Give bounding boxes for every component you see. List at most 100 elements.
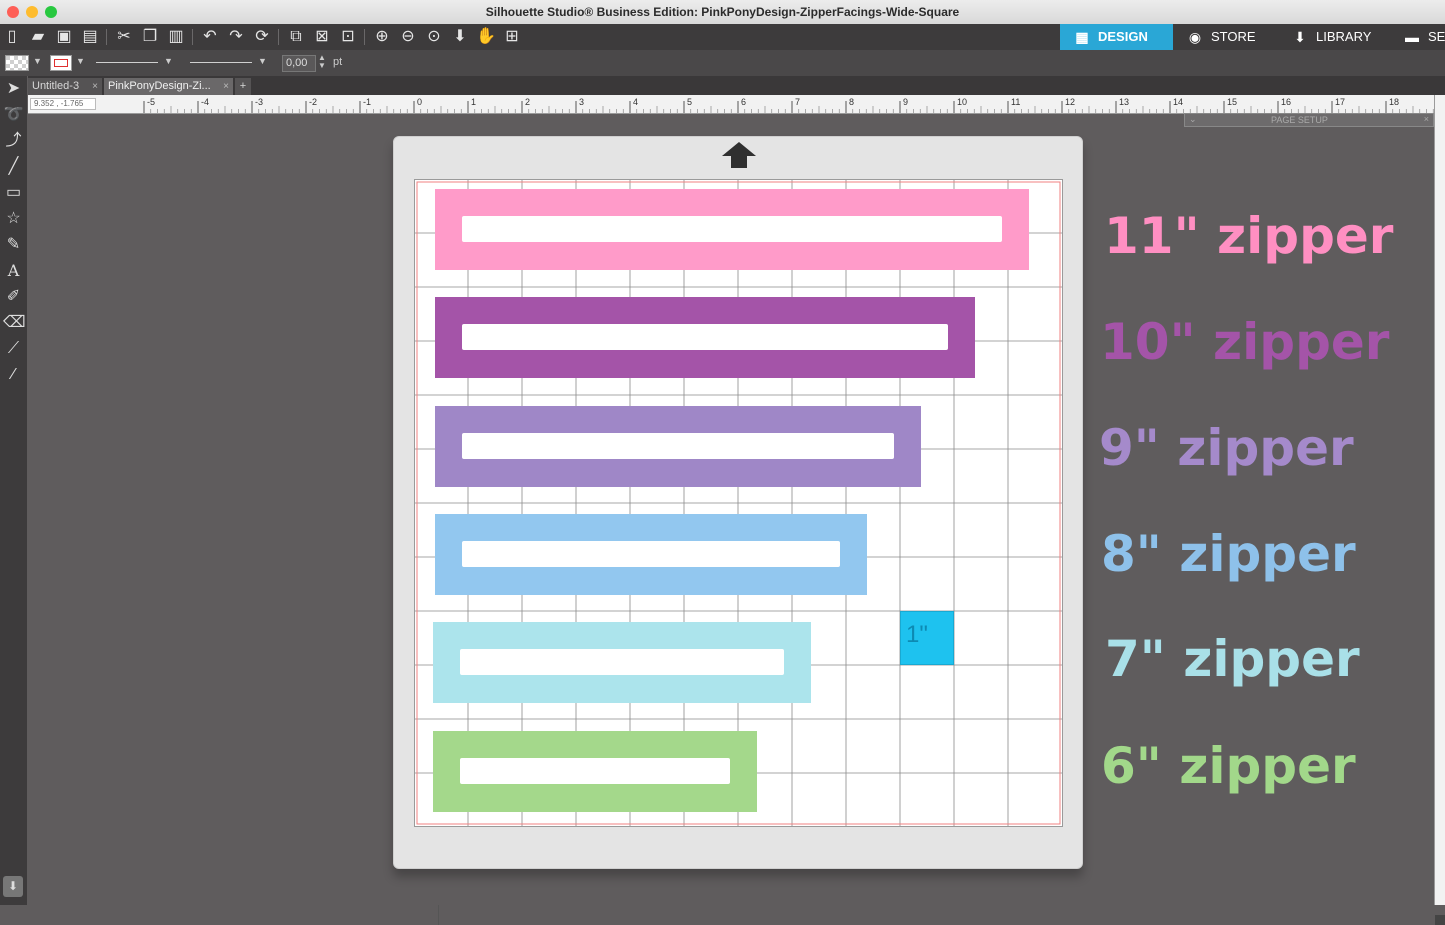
page-setup-label: PAGE SETUP — [1271, 115, 1328, 125]
zipper-label-10in: 10" zipper — [1100, 313, 1390, 371]
chevron-down-icon[interactable]: ▼ — [164, 56, 173, 66]
save-icon[interactable]: ▣ — [54, 27, 74, 47]
sketch-icon[interactable]: ✐ — [3, 286, 24, 307]
ruler-tick-label: 2 — [525, 97, 530, 107]
zipper-facing-8in[interactable] — [435, 514, 867, 595]
send-icon: ▬ — [1405, 29, 1419, 45]
zipper-label-9in: 9" zipper — [1099, 419, 1354, 477]
knife-icon[interactable]: ⟋ — [3, 338, 24, 359]
text-tool-icon[interactable]: A — [3, 260, 24, 281]
zipper-slot — [462, 324, 948, 350]
line-end-select[interactable] — [190, 62, 252, 63]
select-all-icon[interactable]: ⊡ — [338, 27, 358, 47]
resize-handle[interactable] — [1435, 915, 1445, 925]
ruler-tick-label: 7 — [795, 97, 800, 107]
store-icon: ◉ — [1188, 29, 1202, 45]
eyedropper-icon[interactable]: ⁄ — [3, 364, 24, 385]
main-toolbar: ▯ ▰ ▣ ▤ ✂ ❐ ▥ ↶ ↷ ⟳ ⧉ ⊠ ⊡ ⊕ ⊖ ⊙ ⬇ ✋ ⊞ ▦ … — [0, 24, 1445, 50]
ruler-tick-label: 3 — [579, 97, 584, 107]
zipper-slot — [460, 649, 784, 675]
document-tabs: Untitled-3 × PinkPonyDesign-Zi... × + — [28, 76, 1445, 95]
eraser-icon[interactable]: ⌫ — [3, 312, 26, 333]
cut-icon[interactable]: ✂ — [114, 27, 134, 47]
zipper-facing-9in[interactable] — [435, 406, 921, 487]
tab-design[interactable]: ▦ DESIGN — [1060, 24, 1173, 50]
redraw-icon[interactable]: ⟳ — [252, 27, 272, 47]
title-bar: Silhouette Studio® Business Edition: Pin… — [0, 0, 1445, 25]
cursor-coordinates: 9.352 , -1.765 — [30, 98, 96, 110]
ruler-tick-label: -4 — [201, 97, 209, 107]
zipper-facing-11in[interactable] — [435, 189, 1029, 270]
print-icon[interactable]: ▤ — [80, 27, 100, 47]
zipper-facing-7in[interactable] — [433, 622, 811, 703]
undo-icon[interactable]: ↶ — [200, 27, 220, 47]
zipper-label-7in: 7" zipper — [1105, 630, 1360, 688]
zoom-in-icon[interactable]: ⊕ — [372, 27, 392, 47]
ruler-tick-label: 18 — [1389, 97, 1399, 107]
copy-icon[interactable]: ❐ — [140, 27, 160, 47]
redo-icon[interactable]: ↷ — [226, 27, 246, 47]
zoom-out-icon[interactable]: ⊖ — [398, 27, 418, 47]
paste-icon[interactable]: ▥ — [166, 27, 186, 47]
ruler-tick-label: 14 — [1173, 97, 1183, 107]
chevron-down-icon[interactable]: ▼ — [76, 56, 85, 66]
feed-arrow-icon — [722, 142, 756, 156]
chevron-down-icon[interactable]: ▼ — [33, 56, 42, 66]
ruler-tick-label: -2 — [309, 97, 317, 107]
close-icon[interactable]: × — [223, 78, 229, 95]
zipper-slot — [462, 433, 894, 459]
move-down-icon[interactable]: ⬇ — [450, 27, 470, 47]
fill-color-swatch[interactable] — [5, 55, 29, 71]
zipper-label-8in: 8" zipper — [1101, 525, 1356, 583]
ruler-tick-label: 9 — [903, 97, 908, 107]
properties-bar: ▼ ▼ ▼ ▼ 0,00 ▲ ▼ pt — [0, 50, 1445, 76]
ruler-tick-label: 16 — [1281, 97, 1291, 107]
left-toolbar: ➤ ➰ ⤴ ╱ ▭ ☆ ✎ A ✐ ⌫ ⟋ ⁄ ⬇ — [0, 76, 27, 925]
scale-square[interactable]: 1" — [900, 611, 954, 665]
ruler-tick-label: -3 — [255, 97, 263, 107]
zipper-facing-6in[interactable] — [433, 731, 757, 812]
line-color-swatch[interactable] — [50, 55, 72, 71]
rectangle-tool-icon[interactable]: ▭ — [3, 182, 24, 203]
tab-store[interactable]: ◉ STORE — [1173, 24, 1278, 50]
chevron-down-icon[interactable]: ⌄ — [1189, 114, 1197, 125]
group-icon[interactable]: ⧉ — [286, 27, 306, 47]
select-arrow-icon[interactable]: ➤ — [3, 78, 24, 99]
new-tab-button[interactable]: + — [235, 78, 251, 95]
chevron-down-icon[interactable]: ▼ — [258, 56, 267, 66]
line-width-input[interactable]: 0,00 — [282, 55, 316, 72]
new-document-icon[interactable]: ▯ — [2, 27, 22, 47]
pencil-icon[interactable]: ✎ — [3, 234, 24, 255]
tab-send[interactable]: ▬ SE — [1390, 24, 1445, 50]
close-icon[interactable]: × — [1424, 114, 1429, 124]
pan-hand-icon[interactable]: ✋ — [476, 27, 496, 47]
line-tool-icon[interactable]: ╱ — [3, 156, 24, 177]
toolbar-divider — [364, 29, 365, 45]
toolbar-divider — [192, 29, 193, 45]
edit-points-icon[interactable]: ⤴ — [3, 130, 24, 151]
toolbar-divider — [106, 29, 107, 45]
lasso-icon[interactable]: ➰ — [3, 104, 24, 125]
ruler-tick-label: 1 — [471, 97, 476, 107]
ruler-tick-label: 12 — [1065, 97, 1075, 107]
feed-arrow-stem — [731, 156, 747, 168]
design-grid[interactable]: 1" — [414, 179, 1063, 827]
zipper-facing-10in[interactable] — [435, 297, 975, 378]
ruler-tick-label: 11 — [1011, 97, 1020, 107]
tab-library[interactable]: ⬇ LIBRARY — [1278, 24, 1390, 50]
library-icon: ⬇ — [1294, 29, 1306, 45]
doc-tab-pinkpony[interactable]: PinkPonyDesign-Zi... × — [104, 78, 233, 95]
ruler-tick-label: 5 — [687, 97, 692, 107]
ruler-tick-label: 6 — [741, 97, 746, 107]
open-folder-icon[interactable]: ▰ — [28, 27, 48, 47]
doc-tab-untitled[interactable]: Untitled-3 × — [28, 78, 102, 95]
polygon-star-icon[interactable]: ☆ — [3, 208, 24, 229]
ungroup-icon[interactable]: ⊠ — [312, 27, 332, 47]
close-icon[interactable]: × — [92, 78, 98, 95]
zoom-select-icon[interactable]: ⊙ — [424, 27, 444, 47]
import-icon[interactable]: ⬇ — [3, 876, 23, 897]
line-style-select[interactable] — [96, 62, 158, 63]
fit-page-icon[interactable]: ⊞ — [502, 27, 522, 47]
page-setup-panel[interactable]: ⌄ PAGE SETUP × — [1184, 113, 1434, 127]
stepper-icon[interactable]: ▲ ▼ — [318, 54, 326, 70]
